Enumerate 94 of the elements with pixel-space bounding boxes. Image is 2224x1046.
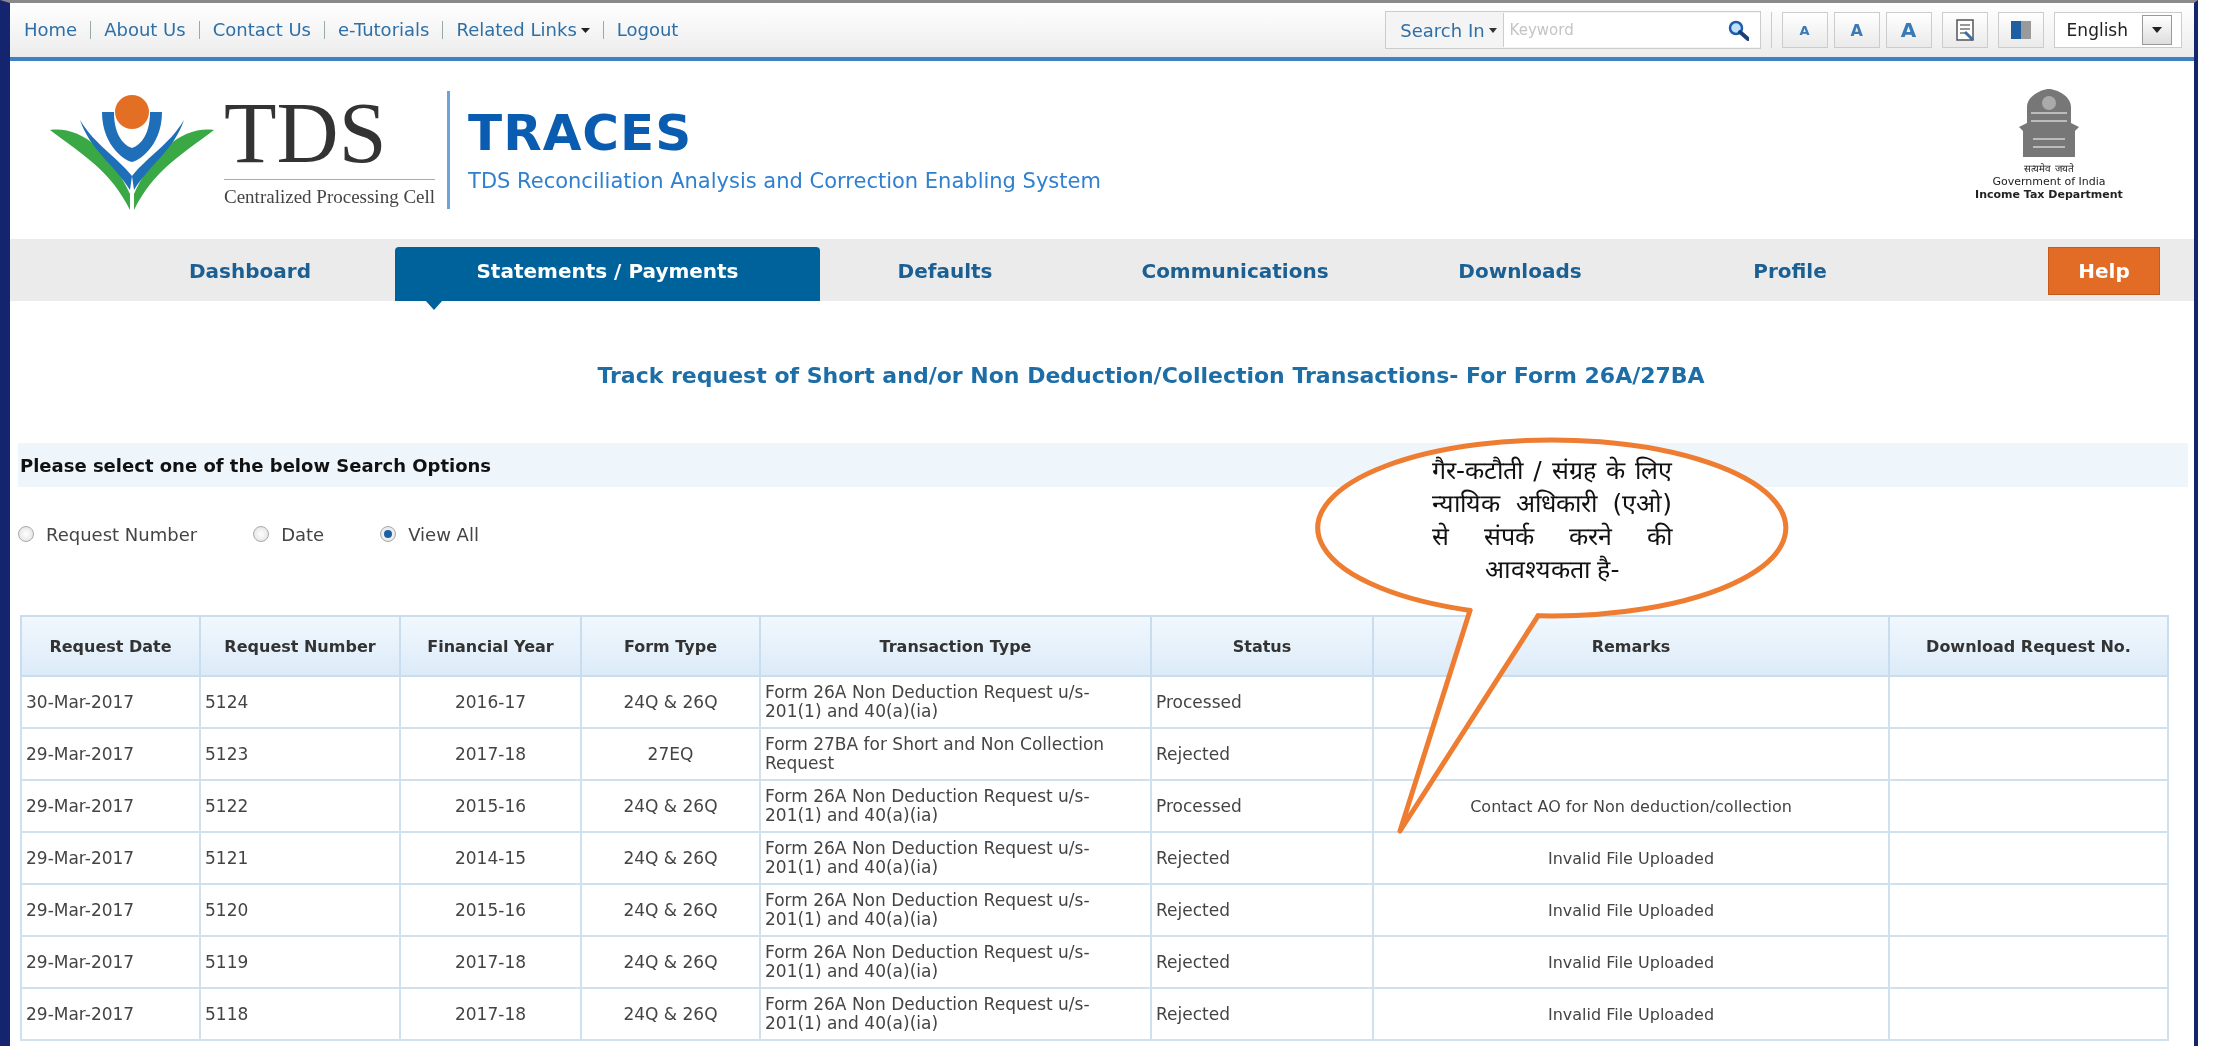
nav-tab[interactable]: Dashboard xyxy=(105,247,395,295)
radio-option[interactable]: Date xyxy=(253,523,325,545)
table-cell: 24Q & 26Q xyxy=(581,780,760,832)
nav-tab[interactable]: Communications xyxy=(1070,247,1400,295)
table-cell: 2015-16 xyxy=(400,884,581,936)
table-cell: Invalid File Uploaded xyxy=(1373,832,1889,884)
table-cell: Form 26A Non Deduction Request u/s-201(1) and 40(a)(ia) xyxy=(760,936,1151,988)
table-cell: Invalid File Uploaded xyxy=(1373,988,1889,1040)
radio-button[interactable] xyxy=(18,526,34,542)
system-full-name: TDS Reconciliation Analysis and Correction Enabling System xyxy=(468,169,1101,193)
table-cell: 2017-18 xyxy=(400,988,581,1040)
font-size-button[interactable]: A xyxy=(1885,12,1932,48)
nav-tab[interactable]: Defaults xyxy=(820,247,1070,295)
table-cell: Rejected xyxy=(1151,832,1373,884)
table-cell: Form 26A Non Deduction Request u/s-201(1) and 40(a)(ia) xyxy=(760,832,1151,884)
table-cell: 2017-18 xyxy=(400,728,581,780)
table-cell: 5118 xyxy=(200,988,400,1040)
radio-option[interactable]: Request Number xyxy=(18,523,198,545)
table-cell: 2015-16 xyxy=(400,780,581,832)
contrast-button[interactable] xyxy=(1997,12,2044,48)
column-header: Request Date xyxy=(21,616,200,676)
nav-link[interactable]: About Us xyxy=(90,21,199,39)
font-size-button[interactable]: A xyxy=(1781,12,1828,48)
nav-link[interactable]: Home xyxy=(24,21,91,39)
table-cell: Form 26A Non Deduction Request u/s-201(1) and 40(a)(ia) xyxy=(760,676,1151,728)
column-header: Download Request No. xyxy=(1889,616,2168,676)
font-size-button[interactable]: A xyxy=(1833,12,1880,48)
caret-icon xyxy=(2152,27,2162,33)
radio-button[interactable] xyxy=(253,526,270,542)
table-cell: 24Q & 26Q xyxy=(581,676,760,728)
system-name: TRACES xyxy=(468,107,694,159)
column-header: Status xyxy=(1151,616,1373,676)
nav-link[interactable]: e-Tutorials xyxy=(323,21,443,39)
table-cell: 5123 xyxy=(200,728,400,780)
nav-link[interactable]: Logout xyxy=(602,21,692,39)
table-cell: 5120 xyxy=(200,884,400,936)
table-cell: 24Q & 26Q xyxy=(581,936,760,988)
table-cell: 29-Mar-2017 xyxy=(21,988,200,1040)
table-cell: Form 26A Non Deduction Request u/s-201(1) and 40(a)(ia) xyxy=(760,884,1151,936)
column-header: Request Number xyxy=(200,616,400,676)
table-cell: Rejected xyxy=(1151,728,1373,780)
radio-option[interactable]: View All xyxy=(380,523,479,545)
table-cell: 24Q & 26Q xyxy=(581,832,760,884)
tab-pointer xyxy=(425,300,443,310)
table-cell: 5122 xyxy=(200,780,400,832)
column-header: Form Type xyxy=(581,616,760,676)
table-cell: 5124 xyxy=(200,676,400,728)
nav-link[interactable]: Contact Us xyxy=(198,21,324,39)
logo-tagline: Centralized Processing Cell xyxy=(224,178,436,208)
search-button[interactable] xyxy=(1715,13,1760,47)
table-cell: Processed xyxy=(1151,780,1373,832)
table-cell: 24Q & 26Q xyxy=(581,988,760,1040)
table-cell: 27EQ xyxy=(581,728,760,780)
search-icon xyxy=(1728,20,1749,41)
table-cell: Rejected xyxy=(1151,884,1373,936)
emblem-motto: सत्यमेव जयते xyxy=(2024,162,2074,175)
table-cell: Rejected xyxy=(1151,936,1373,988)
column-header: Financial Year xyxy=(400,616,581,676)
table-cell: 2014-15 xyxy=(400,832,581,884)
search-scope-dropdown[interactable]: Search In xyxy=(1386,12,1503,48)
print-button[interactable] xyxy=(1941,12,1988,48)
table-cell: 29-Mar-2017 xyxy=(21,884,200,936)
logo-wordmark: TDS xyxy=(224,92,388,173)
nav-link[interactable]: Related Links xyxy=(442,21,603,39)
table-cell: 29-Mar-2017 xyxy=(21,936,200,988)
table-cell: Form 26A Non Deduction Request u/s-201(1) and 40(a)(ia) xyxy=(760,780,1151,832)
table-cell: Form 27BA for Short and Non Collection Request xyxy=(760,728,1151,780)
table-cell: Rejected xyxy=(1151,988,1373,1040)
nav-tab[interactable]: Profile xyxy=(1640,247,1940,295)
table-cell: Form 26A Non Deduction Request u/s-201(1) and 40(a)(ia) xyxy=(760,988,1151,1040)
caret-icon xyxy=(1488,27,1497,33)
table-cell: 5121 xyxy=(200,832,400,884)
table-cell: 24Q & 26Q xyxy=(581,884,760,936)
table-cell: Processed xyxy=(1151,676,1373,728)
table-cell: 2017-18 xyxy=(400,936,581,988)
language-dropdown[interactable]: English xyxy=(2053,12,2182,48)
table-cell: 29-Mar-2017 xyxy=(21,832,200,884)
column-header: Transaction Type xyxy=(760,616,1151,676)
table-cell: 5119 xyxy=(200,936,400,988)
contrast-icon xyxy=(2010,21,2031,39)
department-name: Income Tax Department xyxy=(1975,188,2123,201)
table-cell: 29-Mar-2017 xyxy=(21,728,200,780)
keyword-input[interactable]: Keyword xyxy=(1502,13,1716,47)
caret-icon xyxy=(580,27,590,33)
radio-button[interactable] xyxy=(380,526,397,542)
help-button[interactable]: Help xyxy=(2048,247,2160,295)
table-cell: 30-Mar-2017 xyxy=(21,676,200,728)
table-cell: 29-Mar-2017 xyxy=(21,780,200,832)
nav-tab[interactable]: Downloads xyxy=(1400,247,1640,295)
document-icon xyxy=(1955,19,1974,42)
table-cell: 2016-17 xyxy=(400,676,581,728)
table-cell: Invalid File Uploaded xyxy=(1373,936,1889,988)
table-cell: Invalid File Uploaded xyxy=(1373,884,1889,936)
department-name: Government of India xyxy=(1992,175,2106,188)
